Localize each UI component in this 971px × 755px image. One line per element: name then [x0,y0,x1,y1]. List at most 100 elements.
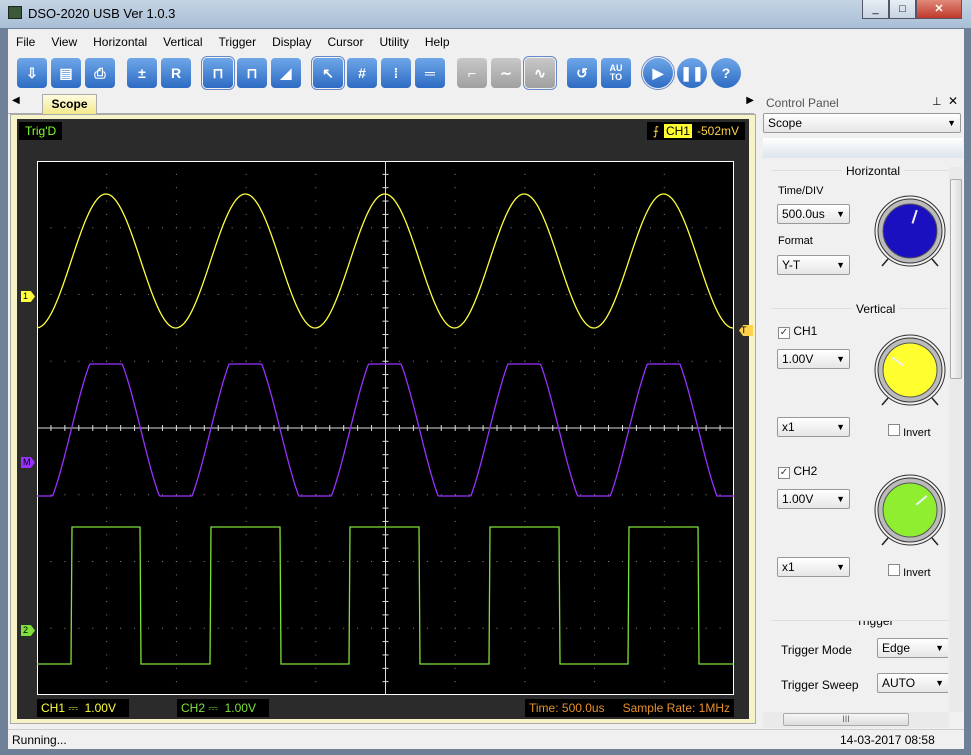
vertical-scroll-thumb[interactable] [950,179,962,379]
help-button[interactable]: ? [711,58,741,88]
trigger-mode-select[interactable]: Edge ▼ [877,638,948,658]
horizontal-scrollbar[interactable]: III [763,712,949,728]
tab-scope[interactable]: Scope [42,94,97,114]
time-div-select[interactable]: 500.0us ▼ [777,204,850,224]
ch2-position-marker[interactable]: 2 [21,625,35,636]
menu-display[interactable]: Display [264,33,319,53]
ch2-probe-select[interactable]: x1 ▼ [777,557,850,577]
auto-button[interactable]: AU TO [601,58,631,88]
trigger-sweep-select[interactable]: AUTO ▼ [877,673,948,693]
grid-dot [315,187,317,189]
grid-dot [705,227,707,229]
trigger-position-marker[interactable]: T [739,325,753,336]
grid-dot [134,227,136,229]
grid-dot [371,627,373,629]
menu-cursor[interactable]: Cursor [319,33,371,53]
print-button[interactable]: ⎙ [85,58,115,88]
grid-dot [566,561,568,562]
grid-dot [175,454,177,456]
menu-utility[interactable]: Utility [371,33,416,53]
vertical-scrollbar[interactable] [949,167,963,712]
grid-dot [510,627,512,629]
menu-file[interactable]: File [8,33,43,53]
pointer-button[interactable]: ↖ [311,56,345,90]
menu-vertical[interactable]: Vertical [155,33,210,53]
grid-dot [106,400,108,402]
grid-dot [329,360,331,362]
pin-icon[interactable]: ⊥ [932,95,942,108]
grid-dot [524,547,526,549]
ch1-checkbox[interactable]: ✓ CH1 [778,324,817,339]
grid-dot [50,494,52,496]
grid-dot [621,494,623,496]
grid-dot [161,494,163,496]
grid-dot [412,294,414,295]
open-button[interactable]: ⇩ [17,58,47,88]
ramp-button[interactable]: ◢ [271,58,301,88]
grid-dot [468,561,470,562]
grid-button[interactable]: # [347,58,377,88]
menu-view[interactable]: View [43,33,85,53]
grid-dot [315,641,317,643]
waveform-display[interactable] [37,161,734,695]
grid-dot [315,320,317,322]
grid-dot [594,347,596,349]
grid-dot [496,494,498,496]
pulse-button[interactable]: ⊓ [201,56,235,90]
math-button[interactable]: ± [127,58,157,88]
grid-dot [329,561,331,562]
grid-dot [426,360,428,362]
reset-button[interactable]: ↺ [567,58,597,88]
sine-button[interactable]: ∿ [523,56,557,90]
horizontal-scroll-thumb[interactable]: III [783,713,909,726]
grid-dot [329,627,331,629]
ch1-invert-checkbox[interactable]: Invert [888,424,931,439]
ch1-probe-select[interactable]: x1 ▼ [777,417,850,437]
grid-dot [259,561,261,562]
ch2-volts-select[interactable]: 1.00V ▼ [777,489,850,509]
grid-dot [259,227,261,229]
grid-dot [245,654,247,656]
format-select[interactable]: Y-T ▼ [777,255,850,275]
grid-dot [315,681,317,683]
ch1-volts-select[interactable]: 1.00V ▼ [777,349,850,369]
save-button[interactable]: ▤ [51,58,81,88]
horizontal-cursor-button[interactable]: ═ [415,58,445,88]
grid-dot [161,227,163,229]
ch2-checkbox[interactable]: ✓ CH2 [778,464,817,479]
reference-button[interactable]: R [161,58,191,88]
tab-scroll-right-icon[interactable]: ▶ [746,95,754,106]
minimize-button[interactable]: _ [862,0,889,19]
panel-close-icon[interactable]: ✕ [948,94,958,108]
sample-rate-readout: Sample Rate: 1MHz [622,701,730,715]
timebase-knob[interactable] [873,194,947,268]
grid-dot [538,294,540,295]
run-button[interactable]: ▶ [641,56,675,90]
math-position-marker[interactable]: M [21,457,35,468]
vertical-cursor-button[interactable]: ⁞ [381,58,411,88]
pause-button[interactable]: ❚❚ [677,58,707,88]
tab-scroll-left-icon[interactable]: ◀ [12,95,20,106]
panel-mode-select[interactable]: Scope ▼ [763,113,961,133]
ch1-volts-knob[interactable] [873,333,947,407]
grid-dot [594,240,596,242]
grid-dot [245,360,247,362]
grid-dot [398,294,400,295]
multi-pulse-button[interactable]: ⊓ [237,58,267,88]
grid-dot [245,561,247,562]
wave-button[interactable]: ∼ [491,58,521,88]
grid-dot [594,414,596,416]
maximize-button[interactable]: □ [889,0,916,19]
ch2-volts-knob[interactable] [873,473,947,547]
close-button[interactable]: ✕ [916,0,962,19]
grid-dot [371,360,373,362]
menu-trigger[interactable]: Trigger [211,33,265,53]
grid-dot [273,494,275,496]
ch1-position-marker[interactable]: 1 [21,291,35,302]
menu-help[interactable]: Help [417,33,458,53]
step-button[interactable]: ⌐ [457,58,487,88]
grid-dot [217,561,219,562]
grid-dot [566,494,568,496]
menu-horizontal[interactable]: Horizontal [85,33,155,53]
ch2-invert-checkbox[interactable]: Invert [888,564,931,579]
